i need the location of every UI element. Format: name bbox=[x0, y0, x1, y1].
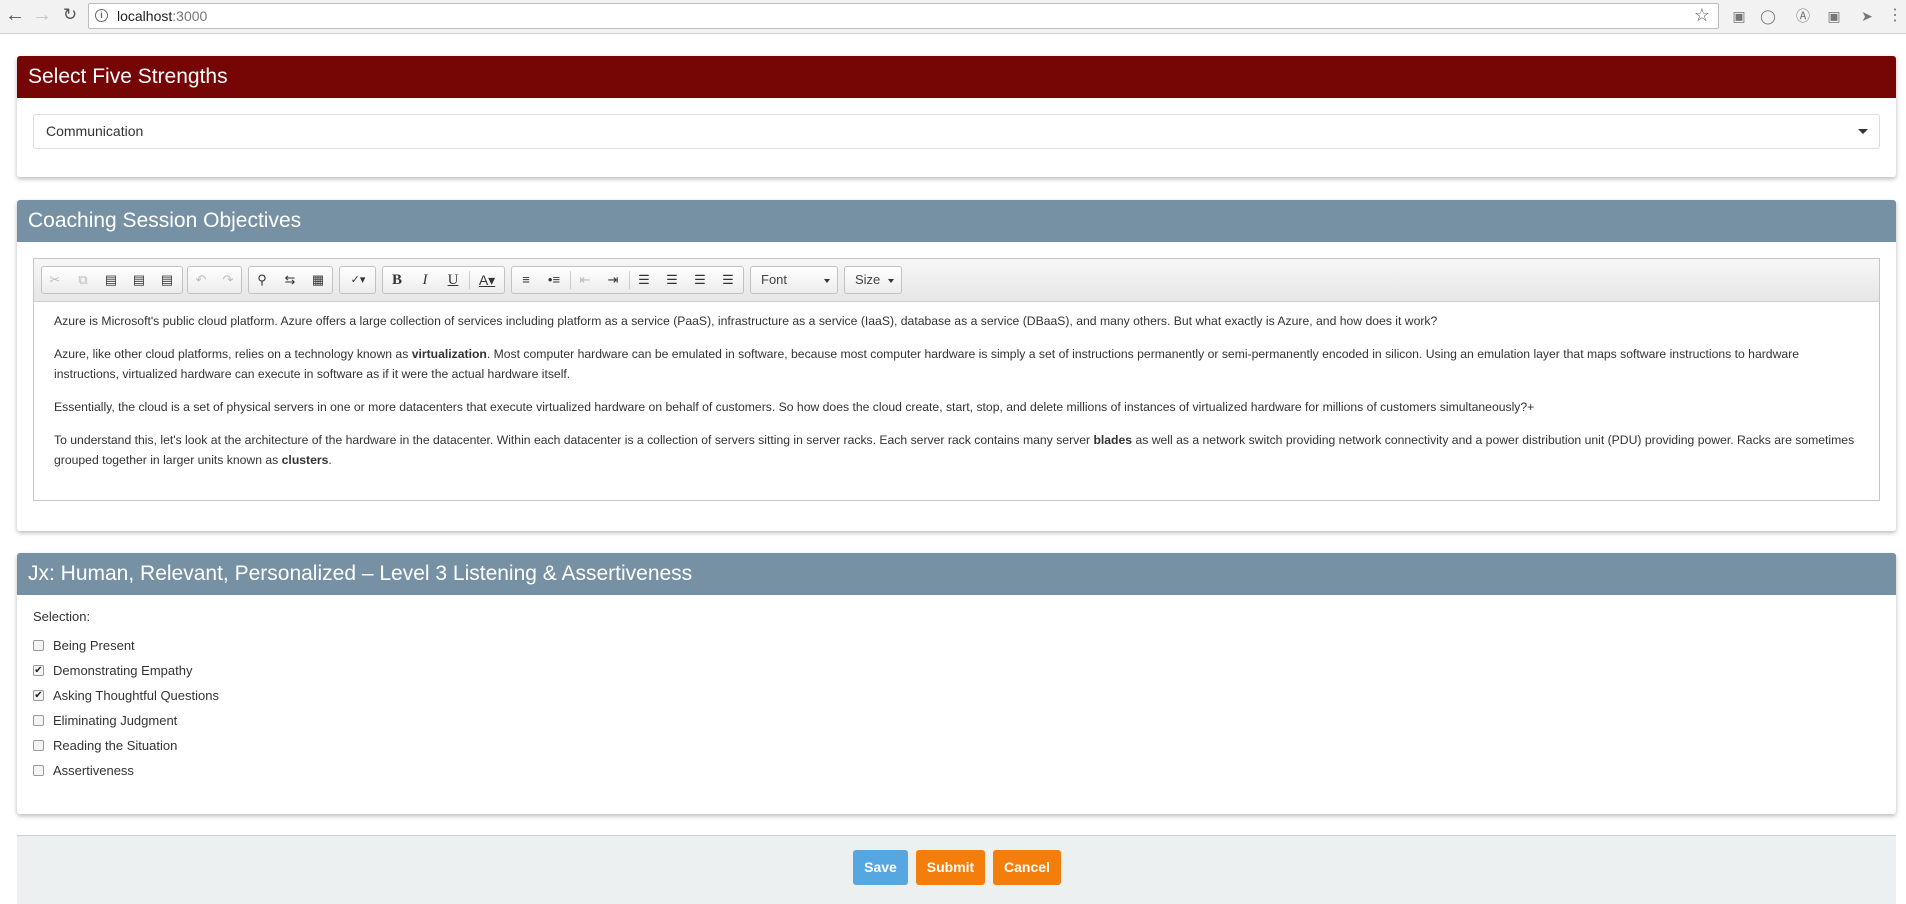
checkbox[interactable] bbox=[33, 715, 44, 726]
paragraph-text: To understand this, let's look at the ar… bbox=[54, 433, 1094, 447]
checkbox-label: Reading the Situation bbox=[53, 738, 178, 753]
paragraph-text: Essentially, the cloud is a set of physi… bbox=[54, 400, 1535, 414]
reload-icon[interactable]: ↻ bbox=[58, 3, 82, 27]
justify-icon[interactable]: ☰ bbox=[717, 270, 739, 290]
strengths-panel: Select Five Strengths Communication bbox=[17, 56, 1896, 177]
spellcheck-group: ✓▾ bbox=[339, 266, 376, 294]
size-dropdown[interactable]: Size bbox=[844, 266, 902, 294]
strengths-selected-value: Communication bbox=[46, 123, 144, 139]
submit-button[interactable]: Submit bbox=[916, 850, 985, 885]
toolbar-divider bbox=[469, 271, 470, 289]
checkbox[interactable] bbox=[33, 765, 44, 776]
chevron-down-icon bbox=[1858, 129, 1868, 134]
clipboard-group: ✂ ⧉ ▤ ▤ ▤ bbox=[41, 266, 183, 294]
chevron-down-icon bbox=[824, 279, 830, 283]
paragraph: Azure, like other cloud platforms, relie… bbox=[54, 344, 1861, 384]
extension-arrow-icon[interactable]: ➤ bbox=[1856, 5, 1878, 27]
copy-icon[interactable]: ⧉ bbox=[72, 270, 94, 290]
checkbox[interactable] bbox=[33, 640, 44, 651]
italic-icon[interactable]: I bbox=[414, 270, 436, 290]
select-all-icon[interactable]: ▦ bbox=[307, 270, 329, 290]
align-right-icon[interactable]: ☰ bbox=[689, 270, 711, 290]
toolbar-divider bbox=[570, 271, 571, 289]
checkbox[interactable] bbox=[33, 740, 44, 751]
checkbox-label: Asking Thoughtful Questions bbox=[53, 688, 219, 703]
strengths-select[interactable]: Communication bbox=[33, 114, 1880, 149]
camera-icon[interactable]: ▣ bbox=[1823, 5, 1845, 27]
bold-icon[interactable]: B bbox=[386, 270, 408, 290]
checkbox-label: Being Present bbox=[53, 638, 135, 653]
forward-icon[interactable]: → bbox=[30, 3, 54, 27]
checkbox-label: Demonstrating Empathy bbox=[53, 663, 193, 678]
url-host: localhost bbox=[117, 8, 173, 24]
info-icon[interactable]: i bbox=[95, 9, 108, 22]
align-center-icon[interactable]: ☰ bbox=[661, 270, 683, 290]
paragraph-text: Azure is Microsoft's public cloud platfo… bbox=[54, 314, 1438, 328]
undo-group: ↶ ↷ bbox=[187, 266, 242, 294]
paragraph-group: ≡ •≡ ⇤ ⇥ ☰ ☰ ☰ ☰ bbox=[511, 266, 744, 294]
bold-term: blades bbox=[1093, 433, 1133, 447]
paragraph: Essentially, the cloud is a set of physi… bbox=[54, 397, 1861, 417]
font-dropdown[interactable]: Font bbox=[750, 266, 838, 294]
find-icon[interactable]: ⚲ bbox=[251, 270, 273, 290]
paste-icon[interactable]: ▤ bbox=[100, 270, 122, 290]
numbered-list-icon[interactable]: ≡ bbox=[515, 270, 537, 290]
bulleted-list-icon[interactable]: •≡ bbox=[543, 270, 565, 290]
font-dropdown-label: Font bbox=[761, 272, 788, 287]
checkbox[interactable]: ✔ bbox=[33, 665, 44, 676]
rich-text-editor[interactable]: ✂ ⧉ ▤ ▤ ▤ ↶ ↷ ⚲ ⇆ ▦ ✓▾ B I U A▾ ≡ •≡ ⇤ ⇥… bbox=[33, 258, 1880, 501]
paste-word-icon[interactable]: ▤ bbox=[156, 270, 178, 290]
find-group: ⚲ ⇆ ▦ bbox=[248, 266, 333, 294]
url-text: localhost:3000 bbox=[117, 8, 207, 24]
undo-icon[interactable]: ↶ bbox=[190, 270, 212, 290]
strengths-title: Select Five Strengths bbox=[17, 56, 1896, 98]
checkbox-label: Eliminating Judgment bbox=[53, 713, 178, 728]
paste-text-icon[interactable]: ▤ bbox=[128, 270, 150, 290]
cut-icon[interactable]: ✂ bbox=[44, 270, 66, 290]
menu-icon[interactable]: ⋮ bbox=[1884, 5, 1906, 27]
size-dropdown-label: Size bbox=[855, 272, 881, 287]
replace-icon[interactable]: ⇆ bbox=[279, 270, 301, 290]
cancel-button[interactable]: Cancel bbox=[993, 850, 1061, 885]
address-bar[interactable]: i localhost:3000 ☆ bbox=[88, 3, 1719, 29]
jx-title: Jx: Human, Relevant, Personalized – Leve… bbox=[17, 553, 1896, 595]
indent-icon[interactable]: ⇥ bbox=[602, 270, 624, 290]
paragraph-text: . bbox=[328, 453, 332, 467]
editor-toolbar: ✂ ⧉ ▤ ▤ ▤ ↶ ↷ ⚲ ⇆ ▦ ✓▾ B I U A▾ ≡ •≡ ⇤ ⇥… bbox=[34, 259, 1879, 302]
align-left-icon[interactable]: ☰ bbox=[633, 270, 655, 290]
extension-angular-icon[interactable]: Ⓐ bbox=[1792, 5, 1814, 27]
text-color-icon[interactable]: A▾ bbox=[473, 270, 501, 290]
paragraph: To understand this, let's look at the ar… bbox=[54, 430, 1861, 470]
checkbox-label: Assertiveness bbox=[53, 763, 134, 778]
objectives-title: Coaching Session Objectives bbox=[17, 200, 1896, 242]
selection-label: Selection: bbox=[33, 609, 91, 624]
extension-shield-icon[interactable]: ▣ bbox=[1728, 5, 1750, 27]
outdent-icon[interactable]: ⇤ bbox=[574, 270, 596, 290]
chevron-down-icon bbox=[888, 279, 894, 283]
redo-icon[interactable]: ↷ bbox=[217, 270, 239, 290]
jx-panel: Jx: Human, Relevant, Personalized – Leve… bbox=[17, 553, 1896, 814]
bold-term: clusters bbox=[281, 453, 329, 467]
bold-term: virtualization bbox=[411, 347, 487, 361]
underline-icon[interactable]: U bbox=[442, 270, 464, 290]
spellcheck-icon[interactable]: ✓▾ bbox=[343, 270, 373, 290]
url-port: :3000 bbox=[172, 8, 208, 24]
browser-toolbar: ← → ↻ i localhost:3000 ☆ ▣ ◯ Ⓐ ▣ ➤ ⋮ bbox=[0, 0, 1906, 34]
paragraph: Azure is Microsoft's public cloud platfo… bbox=[54, 311, 1861, 331]
editor-content[interactable]: Azure is Microsoft's public cloud platfo… bbox=[54, 311, 1861, 483]
toolbar-divider bbox=[629, 271, 630, 289]
objectives-panel: Coaching Session Objectives ✂ ⧉ ▤ ▤ ▤ ↶ … bbox=[17, 200, 1896, 531]
back-icon[interactable]: ← bbox=[3, 3, 27, 27]
checkbox[interactable]: ✔ bbox=[33, 690, 44, 701]
paragraph-text: Azure, like other cloud platforms, relie… bbox=[54, 347, 412, 361]
basic-styles-group: B I U A▾ bbox=[382, 266, 505, 294]
bookmark-star-icon[interactable]: ☆ bbox=[1694, 5, 1710, 26]
save-button[interactable]: Save bbox=[853, 850, 908, 885]
action-footer: Save Submit Cancel bbox=[17, 835, 1896, 904]
extension-circle-icon[interactable]: ◯ bbox=[1757, 5, 1779, 27]
